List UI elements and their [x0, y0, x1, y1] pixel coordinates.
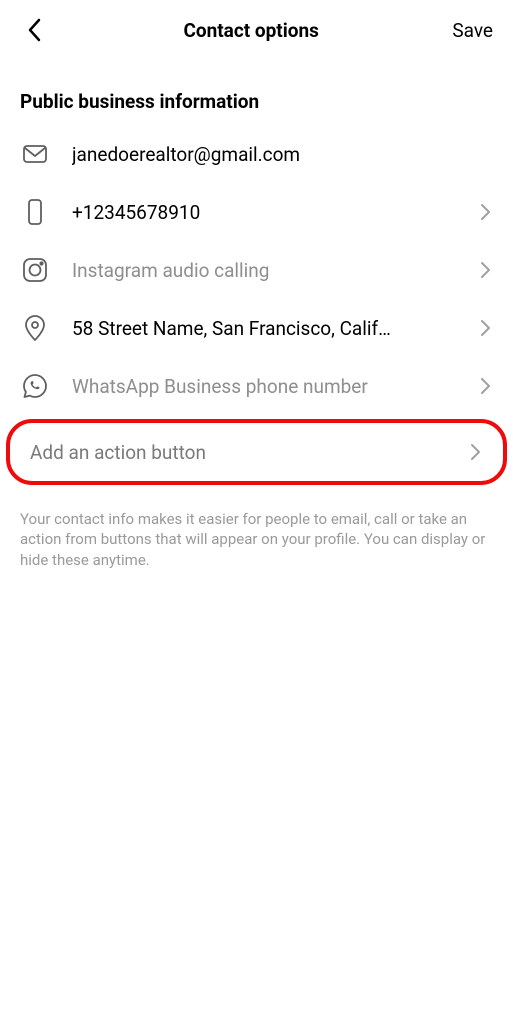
phone-row[interactable]: +12345678910: [0, 183, 513, 241]
phone-icon: [20, 197, 50, 227]
instagram-icon: [20, 255, 50, 285]
whatsapp-text: WhatsApp Business phone number: [72, 375, 469, 398]
chevron-right-icon: [479, 260, 493, 280]
email-text: janedoerealtor@gmail.com: [72, 143, 493, 166]
chevron-right-icon: [469, 442, 483, 462]
section-heading: Public business information: [0, 60, 513, 125]
address-text: 58 Street Name, San Francisco, Calif…: [72, 317, 469, 340]
header-bar: Contact options Save: [0, 0, 513, 60]
add-action-button-label: Add an action button: [30, 441, 459, 464]
highlight-annotation: Add an action button: [6, 419, 507, 485]
email-icon: [20, 139, 50, 169]
back-chevron-icon: [27, 18, 43, 42]
phone-text: +12345678910: [72, 201, 469, 224]
chevron-right-icon: [479, 376, 493, 396]
ig-calling-row[interactable]: Instagram audio calling: [0, 241, 513, 299]
chevron-right-icon: [479, 318, 493, 338]
whatsapp-row[interactable]: WhatsApp Business phone number: [0, 357, 513, 415]
footer-info-text: Your contact info makes it easier for pe…: [0, 485, 513, 570]
add-action-button-row[interactable]: Add an action button: [10, 423, 503, 481]
whatsapp-icon: [20, 371, 50, 401]
save-button[interactable]: Save: [452, 19, 493, 42]
chevron-right-icon: [479, 202, 493, 222]
page-title: Contact options: [50, 19, 452, 42]
ig-calling-text: Instagram audio calling: [72, 259, 469, 282]
location-pin-icon: [20, 313, 50, 343]
address-row[interactable]: 58 Street Name, San Francisco, Calif…: [0, 299, 513, 357]
email-row[interactable]: janedoerealtor@gmail.com: [0, 125, 513, 183]
back-button[interactable]: [20, 15, 50, 45]
